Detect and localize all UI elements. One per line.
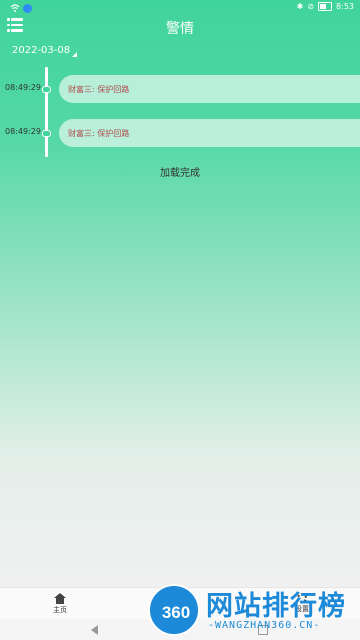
- wifi-icon: [10, 4, 20, 12]
- back-icon[interactable]: [91, 625, 98, 635]
- alarm-text: 财富三: 保护回路: [68, 129, 130, 138]
- alarm-text: 财富三: 保护回路: [68, 85, 130, 94]
- status-right: ✱ ⊘ 8:53: [297, 2, 354, 11]
- home-icon: [54, 593, 66, 604]
- watermark: 360 网站排行榜 -WANGZHAN360.CN-: [148, 580, 360, 640]
- page-title: 警情: [166, 21, 194, 37]
- bluetooth-icon: ✱: [296, 2, 304, 11]
- timeline-dot-icon: [42, 130, 51, 137]
- status-time: 8:53: [336, 2, 354, 11]
- status-bar: ✱ ⊘ 8:53: [0, 0, 360, 16]
- nav-home-label: 主页: [53, 606, 67, 614]
- alarm-time: 08:49:29: [5, 83, 41, 92]
- alarm-card[interactable]: 财富三: 保护回路: [59, 119, 360, 147]
- alarm-item: 08:49:29 财富三: 保护回路: [0, 119, 360, 147]
- battery-icon: [318, 2, 333, 11]
- watermark-number: 360: [161, 603, 191, 622]
- alarm-item: 08:49:29 财富三: 保护回路: [0, 75, 360, 103]
- alarm-card[interactable]: 财富三: 保护回路: [59, 75, 360, 103]
- notification-icon: [23, 3, 32, 13]
- watermark-logo: 360: [148, 584, 200, 636]
- status-left: [10, 3, 32, 13]
- dropdown-corner-icon: [72, 52, 78, 57]
- nav-home-button[interactable]: 主页: [45, 591, 75, 618]
- timeline-dot-icon: [42, 86, 51, 93]
- alarm-time: 08:49:29: [5, 127, 41, 136]
- date-value: 2022-03-08: [12, 45, 71, 56]
- watermark-url: -WANGZHAN360.CN-: [208, 620, 321, 631]
- load-status: 加载完成: [160, 168, 200, 179]
- date-picker[interactable]: 2022-03-08: [12, 45, 78, 57]
- mute-icon: ⊘: [307, 2, 315, 11]
- watermark-title: 网站排行榜: [206, 591, 346, 622]
